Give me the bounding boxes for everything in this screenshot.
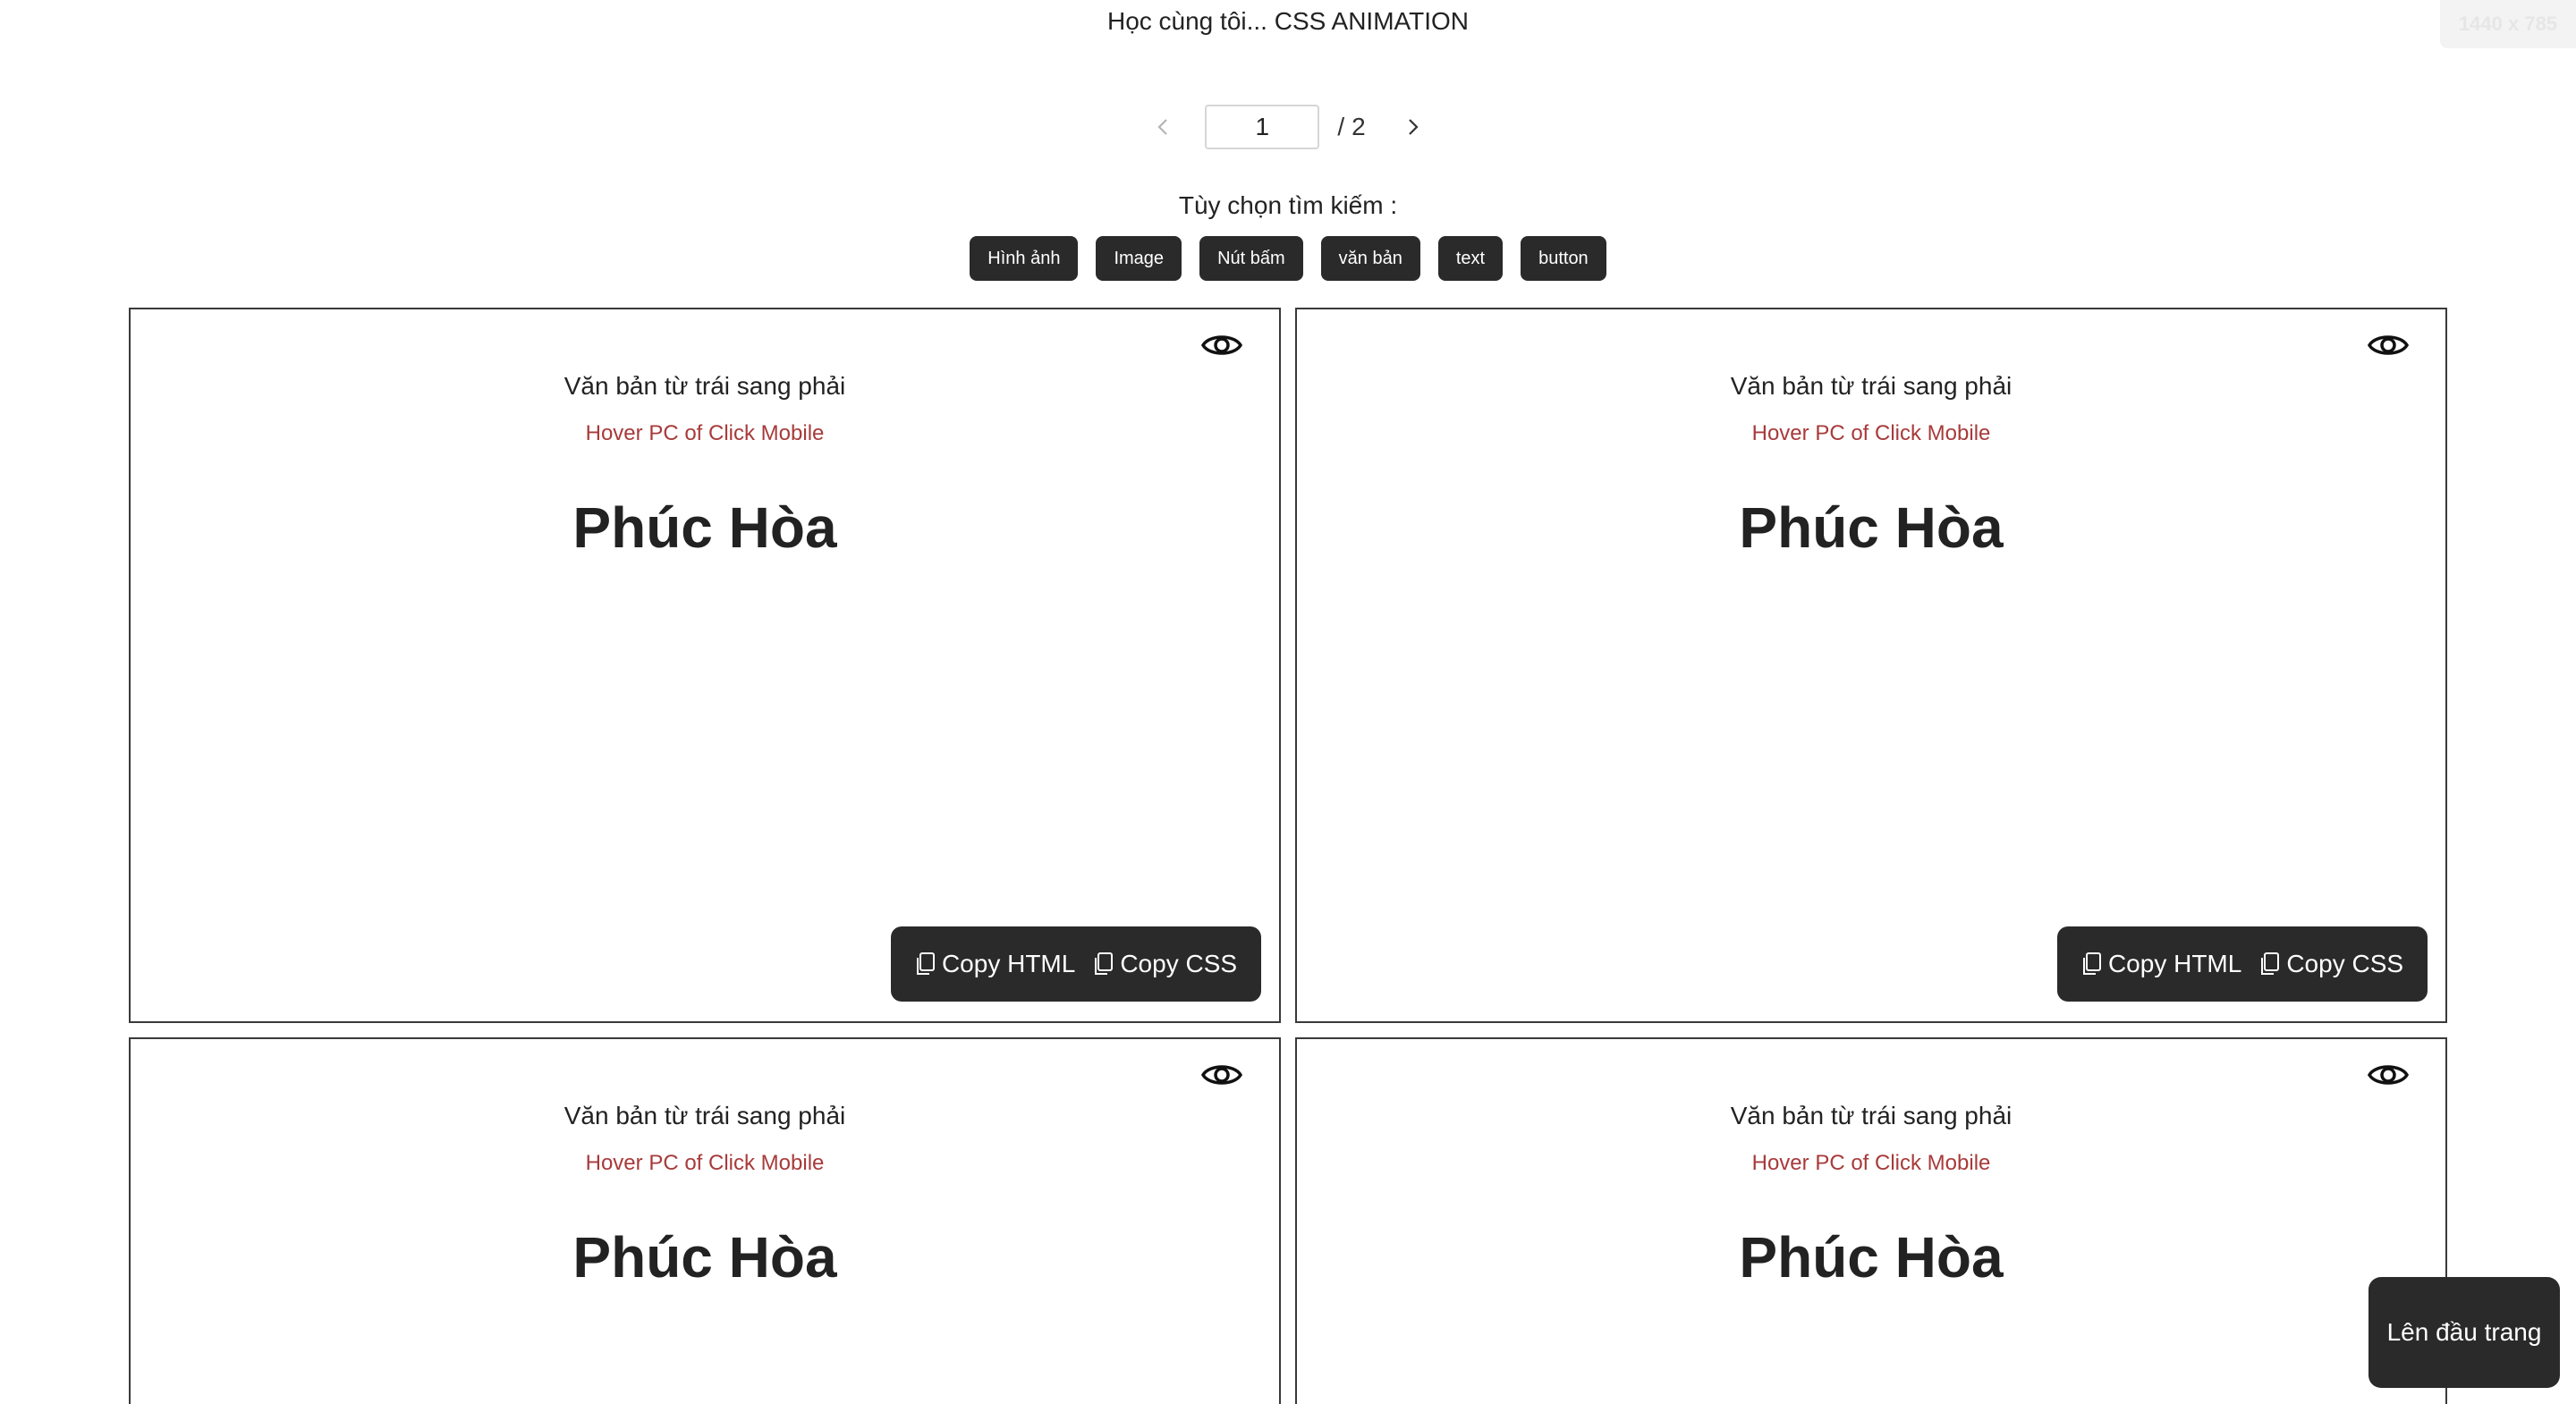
filter-image-button[interactable]: Image [1096, 236, 1182, 281]
demo-card: Văn bản từ trái sang phải Hover PC of Cl… [1295, 308, 2447, 1023]
demo-text[interactable]: Phúc Hòa [131, 1223, 1279, 1291]
demo-text[interactable]: Phúc Hòa [1297, 1223, 2445, 1291]
chevron-left-icon [1157, 119, 1168, 135]
card-subtitle: Hover PC of Click Mobile [585, 1151, 825, 1175]
eye-icon [2367, 1065, 2410, 1085]
copy-html-label: Copy HTML [2107, 950, 2242, 977]
copy-html-button[interactable]: Copy HTML [2081, 950, 2241, 978]
back-to-top-button[interactable]: Lên đầu trang [2368, 1277, 2560, 1388]
preview-button[interactable] [2365, 1052, 2411, 1098]
demo-card: Văn bản từ trái sang phải Hover PC of Cl… [1295, 1037, 2447, 1404]
card-subtitle: Hover PC of Click Mobile [1751, 421, 1991, 445]
copy-icon [2261, 952, 2280, 975]
eye-icon [1200, 335, 1243, 355]
copy-css-button[interactable]: Copy CSS [1093, 950, 1237, 978]
prev-page-button[interactable] [1140, 104, 1187, 150]
card-subtitle: Hover PC of Click Mobile [585, 421, 825, 445]
copy-css-label: Copy CSS [1120, 950, 1238, 977]
filter-button-button[interactable]: button [1521, 236, 1606, 281]
next-page-button[interactable] [1389, 104, 1436, 150]
copy-html-label: Copy HTML [941, 950, 1076, 977]
demo-card: Văn bản từ trái sang phải Hover PC of Cl… [129, 308, 1281, 1023]
page-separator: / [1337, 113, 1345, 140]
page-root: Học cùng tôi... CSS ANIMATION 1440 x 785… [0, 0, 2576, 1404]
copy-css-button[interactable]: Copy CSS [2259, 950, 2403, 978]
page-number-input[interactable] [1205, 105, 1320, 149]
demo-text[interactable]: Phúc Hòa [131, 494, 1279, 562]
chevron-right-icon [1408, 119, 1419, 135]
filter-buttons: Hình ảnh Image Nút bấm văn bản text butt… [0, 236, 2576, 281]
pagination: / 2 [0, 104, 2576, 150]
card-title: Văn bản từ trái sang phải [564, 372, 846, 400]
copy-toolbar: Copy HTML Copy CSS [891, 926, 1261, 1002]
card-title: Văn bản từ trái sang phải [564, 1102, 846, 1129]
preview-button[interactable] [1199, 322, 1245, 368]
card-title: Văn bản từ trái sang phải [1730, 1102, 2012, 1129]
filter-hinh-anh-button[interactable]: Hình ảnh [970, 236, 1079, 281]
card-title: Văn bản từ trái sang phải [1730, 372, 2012, 400]
search-options-label: Tùy chọn tìm kiếm : [1178, 191, 1398, 219]
copy-html-button[interactable]: Copy HTML [915, 950, 1075, 978]
demo-text[interactable]: Phúc Hòa [1297, 494, 2445, 562]
filter-nut-bam-button[interactable]: Nút bấm [1199, 236, 1303, 281]
demo-card: Văn bản từ trái sang phải Hover PC of Cl… [129, 1037, 1281, 1404]
copy-css-label: Copy CSS [2286, 950, 2404, 977]
card-subtitle: Hover PC of Click Mobile [1751, 1151, 1991, 1175]
viewport-size-badge: 1440 x 785 [2440, 0, 2576, 48]
eye-icon [1200, 1065, 1243, 1085]
filter-text-button[interactable]: text [1437, 236, 1504, 281]
total-pages: 2 [1352, 113, 1366, 140]
preview-button[interactable] [1199, 1052, 1245, 1098]
filter-van-ban-button[interactable]: văn bản [1320, 236, 1420, 281]
copy-icon [916, 952, 935, 975]
copy-icon [1095, 952, 1114, 975]
copy-icon [2082, 952, 2101, 975]
page-title: Học cùng tôi... CSS ANIMATION [1106, 7, 1470, 35]
eye-icon [2367, 335, 2410, 355]
copy-toolbar: Copy HTML Copy CSS [2057, 926, 2428, 1002]
preview-button[interactable] [2365, 322, 2411, 368]
